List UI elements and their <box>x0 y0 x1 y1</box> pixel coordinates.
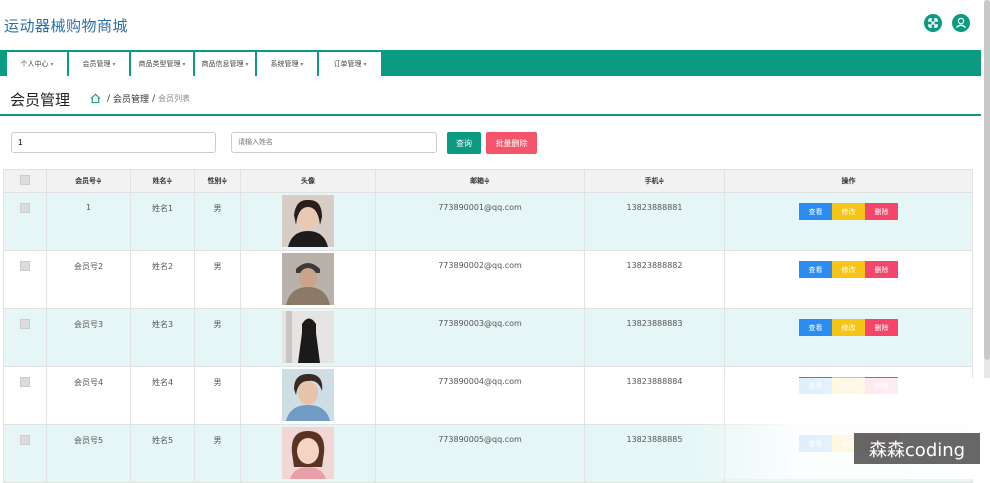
table-header-row: 会员号≑ 姓名≑ 性别≑ 头像 邮箱≑ 手机≑ 操作 <box>3 169 973 193</box>
cell-actions: 查看修改删除 <box>724 308 973 367</box>
nav-item-system[interactable]: 系统管理 ▾ <box>257 52 317 76</box>
top-nav: 个人中心 ▾ 会员管理 ▾ 商品类型管理 ▾ 商品信息管理 ▾ 系统管理 ▾ 订单管理 ▾ <box>0 50 981 76</box>
breadcrumb: / 会员管理 / 会员列表 <box>90 92 190 105</box>
edit-button[interactable]: 修改 <box>832 319 865 336</box>
table-row: 会员号3 姓名3 男 773890003@qq.com 13823888883 … <box>3 308 973 367</box>
caret-down-icon: ▾ <box>245 60 249 68</box>
avatar <box>282 195 334 247</box>
edit-button[interactable]: 修改 <box>832 261 865 278</box>
cell-id: 会员号3 <box>46 308 131 367</box>
cell-id: 会员号4 <box>46 366 131 425</box>
cell-avatar <box>240 250 376 309</box>
row-checkbox[interactable] <box>3 424 47 483</box>
cell-id: 会员号5 <box>46 424 131 483</box>
user-icon[interactable] <box>952 14 970 32</box>
cell-gender: 男 <box>194 366 241 425</box>
col-header-name[interactable]: 姓名≑ <box>130 169 195 193</box>
table-row: 1 姓名1 男 773890001@qq.com 13823888881 查看修… <box>3 192 973 251</box>
avatar <box>282 253 334 305</box>
cell-name: 姓名2 <box>130 250 195 309</box>
cell-email: 773890005@qq.com <box>375 424 585 483</box>
avatar <box>282 311 334 363</box>
select-all-checkbox[interactable] <box>3 169 47 193</box>
home-icon[interactable] <box>90 93 101 104</box>
query-button[interactable]: 查询 <box>447 132 481 154</box>
cell-email: 773890001@qq.com <box>375 192 585 251</box>
scrollbar-thumb[interactable] <box>984 0 990 360</box>
delete-button[interactable]: 删除 <box>865 261 898 278</box>
breadcrumb-current: 会员列表 <box>158 94 191 103</box>
col-header-email[interactable]: 邮箱≑ <box>375 169 585 193</box>
cell-name: 姓名1 <box>130 192 195 251</box>
caret-down-icon: ▾ <box>300 60 304 68</box>
delete-button[interactable]: 删除 <box>865 203 898 220</box>
cell-id: 1 <box>46 192 131 251</box>
top-header: 运动器械购物商城 <box>0 0 990 50</box>
col-header-gender[interactable]: 性别≑ <box>194 169 241 193</box>
cell-avatar <box>240 424 376 483</box>
delete-button[interactable]: 删除 <box>865 319 898 336</box>
table-row: 会员号2 姓名2 男 773890002@qq.com 13823888882 … <box>3 250 973 309</box>
nav-item-product-type[interactable]: 商品类型管理 ▾ <box>131 52 193 76</box>
nav-item-product-info[interactable]: 商品信息管理 ▾ <box>195 52 255 76</box>
cell-name: 姓名4 <box>130 366 195 425</box>
cell-email: 773890004@qq.com <box>375 366 585 425</box>
app-title: 运动器械购物商城 <box>4 17 129 35</box>
cell-phone: 13823888883 <box>584 308 725 367</box>
nav-item-member[interactable]: 会员管理 ▾ <box>69 52 129 76</box>
view-button[interactable]: 查看 <box>799 203 832 220</box>
nav-item-personal-center[interactable]: 个人中心 ▾ <box>7 52 67 76</box>
row-checkbox[interactable] <box>3 366 47 425</box>
cell-avatar <box>240 366 376 425</box>
cell-gender: 男 <box>194 250 241 309</box>
cell-name: 姓名5 <box>130 424 195 483</box>
cell-phone: 13823888882 <box>584 250 725 309</box>
cell-name: 姓名3 <box>130 308 195 367</box>
cell-email: 773890003@qq.com <box>375 308 585 367</box>
name-search-input[interactable] <box>231 132 437 153</box>
caret-down-icon: ▾ <box>363 60 367 68</box>
cell-email: 773890002@qq.com <box>375 250 585 309</box>
cell-id: 会员号2 <box>46 250 131 309</box>
row-checkbox[interactable] <box>3 308 47 367</box>
row-checkbox[interactable] <box>3 250 47 309</box>
expand-icon[interactable] <box>924 14 942 32</box>
col-header-actions: 操作 <box>724 169 973 193</box>
view-button[interactable]: 查看 <box>799 319 832 336</box>
nav-item-orders[interactable]: 订单管理 ▾ <box>319 52 381 76</box>
col-header-id[interactable]: 会员号≑ <box>46 169 131 193</box>
page-title: 会员管理 <box>10 91 71 109</box>
watermark: 森森coding <box>854 433 980 464</box>
cell-avatar <box>240 192 376 251</box>
cell-avatar <box>240 308 376 367</box>
col-header-phone[interactable]: 手机≑ <box>584 169 725 193</box>
cell-gender: 男 <box>194 424 241 483</box>
caret-down-icon: ▾ <box>182 60 186 68</box>
view-button[interactable]: 查看 <box>799 261 832 278</box>
caret-down-icon: ▾ <box>50 60 54 68</box>
cell-gender: 男 <box>194 192 241 251</box>
cell-actions: 查看修改删除 <box>724 250 973 309</box>
avatar <box>282 427 334 479</box>
avatar <box>282 369 334 421</box>
batch-delete-button[interactable]: 批量删除 <box>486 132 537 154</box>
edit-button[interactable]: 修改 <box>832 203 865 220</box>
cell-gender: 男 <box>194 308 241 367</box>
row-checkbox[interactable] <box>3 192 47 251</box>
cell-phone: 13823888881 <box>584 192 725 251</box>
col-header-avatar: 头像 <box>240 169 376 193</box>
search-input[interactable] <box>11 132 216 153</box>
page-header: 会员管理 / 会员管理 / 会员列表 <box>0 80 981 116</box>
cell-actions: 查看修改删除 <box>724 192 973 251</box>
breadcrumb-parent[interactable]: 会员管理 <box>113 92 149 105</box>
caret-down-icon: ▾ <box>112 60 116 68</box>
